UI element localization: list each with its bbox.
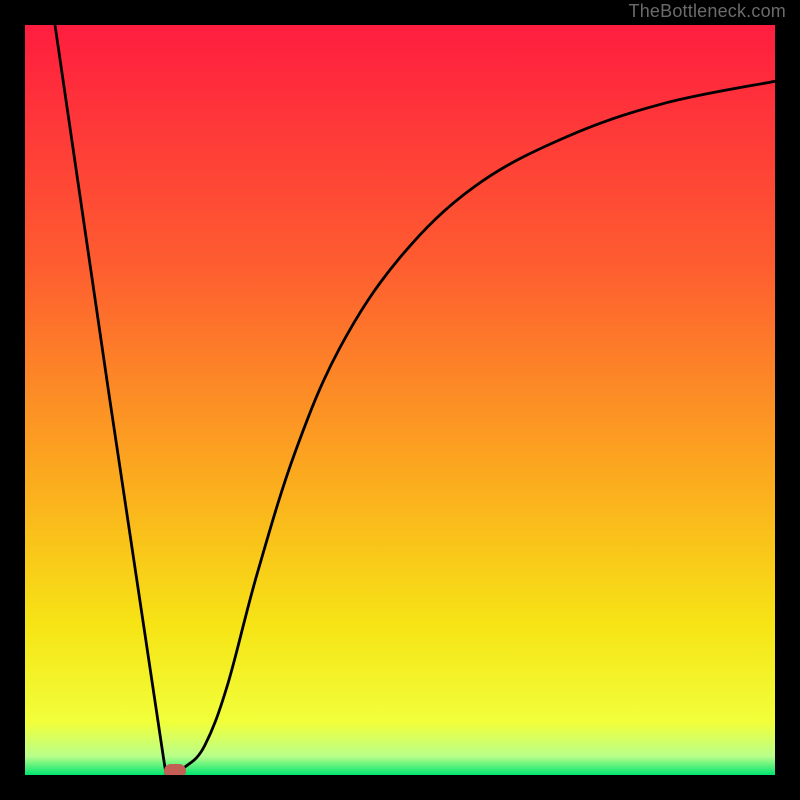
bottleneck-curve: [25, 25, 775, 775]
optimal-marker: [164, 764, 186, 775]
plot-area: [25, 25, 775, 775]
